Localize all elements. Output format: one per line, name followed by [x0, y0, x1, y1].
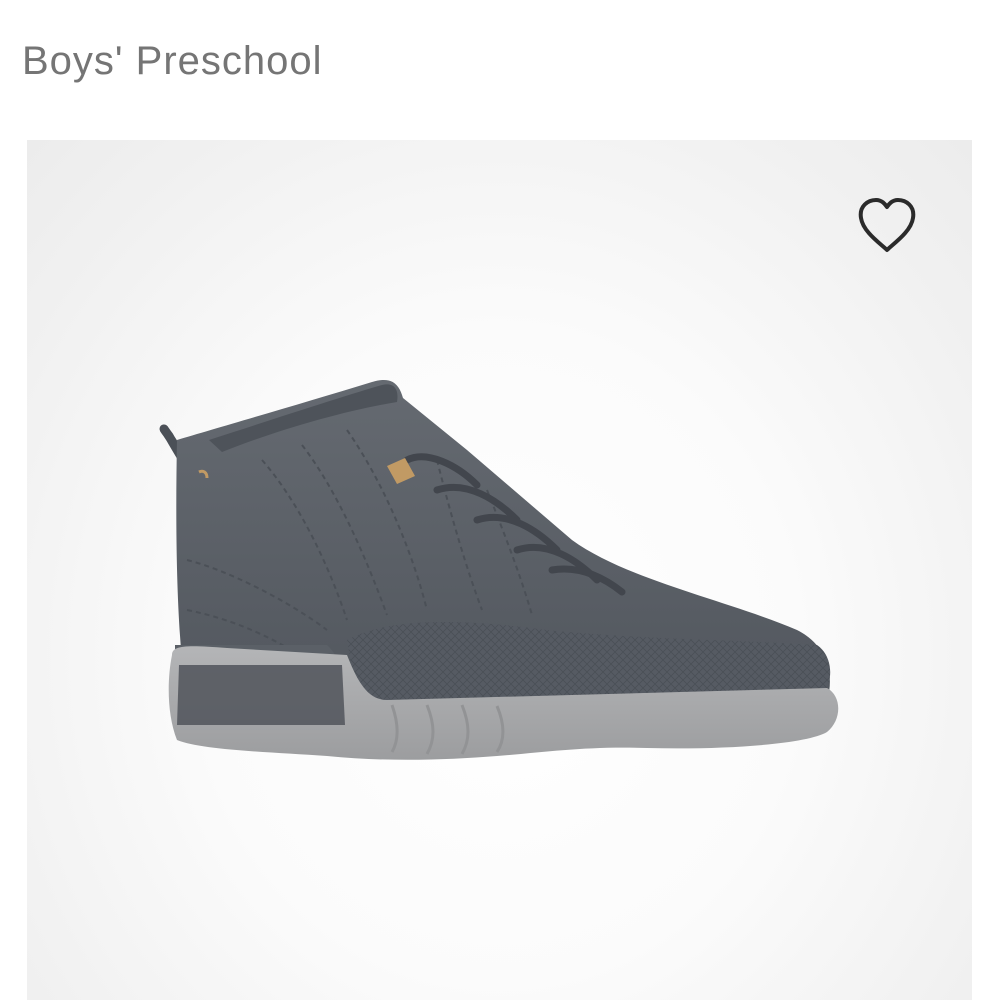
- product-image-card[interactable]: [27, 140, 972, 1000]
- heart-outline-icon: [858, 198, 916, 252]
- sneaker-image: [159, 379, 839, 760]
- product-page: Boys' Preschool: [0, 0, 1000, 1000]
- favorite-button[interactable]: [855, 196, 919, 256]
- category-heading: Boys' Preschool: [22, 39, 323, 83]
